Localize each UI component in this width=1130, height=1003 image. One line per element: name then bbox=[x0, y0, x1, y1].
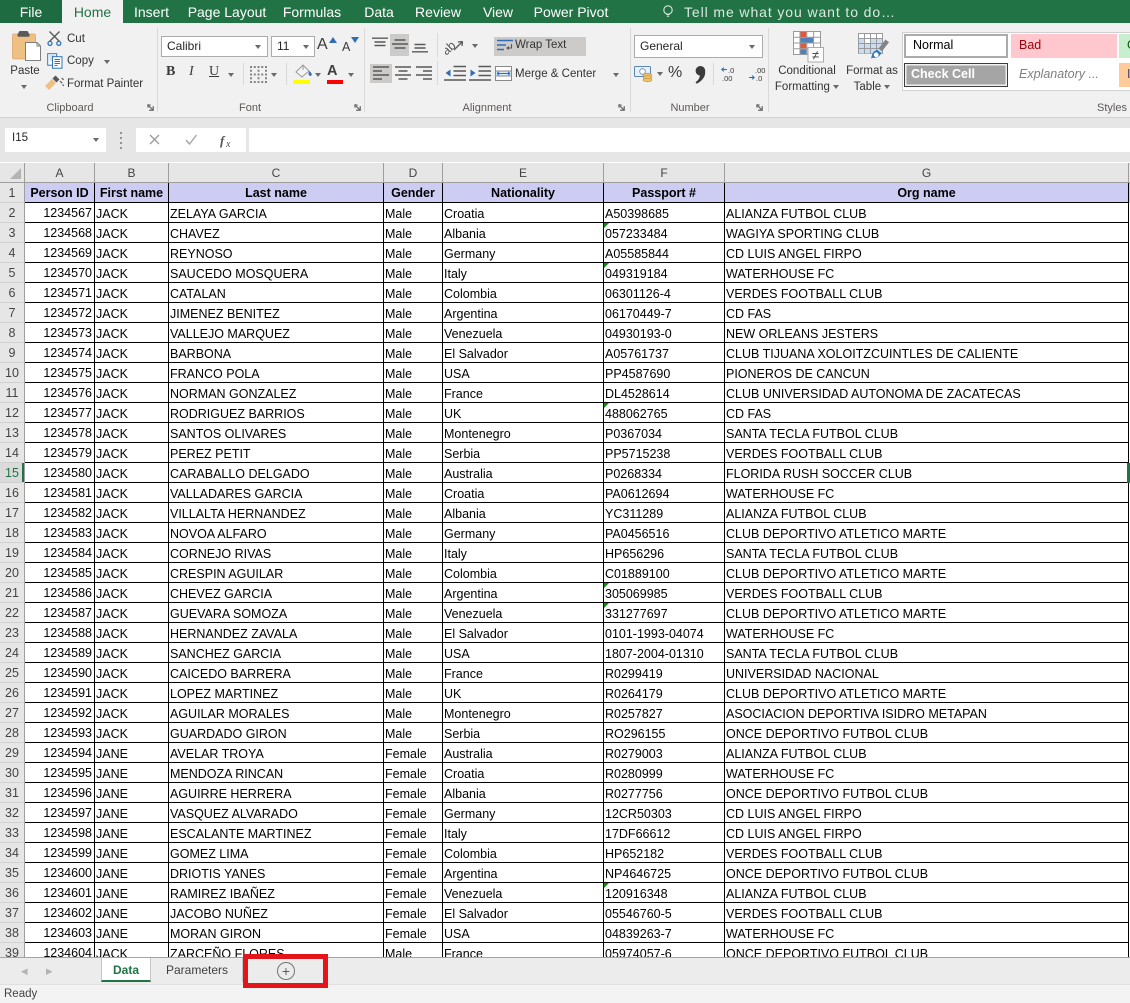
svg-text:≠: ≠ bbox=[812, 48, 819, 63]
svg-text:x: x bbox=[225, 139, 231, 150]
svg-text:.00: .00 bbox=[722, 74, 732, 82]
